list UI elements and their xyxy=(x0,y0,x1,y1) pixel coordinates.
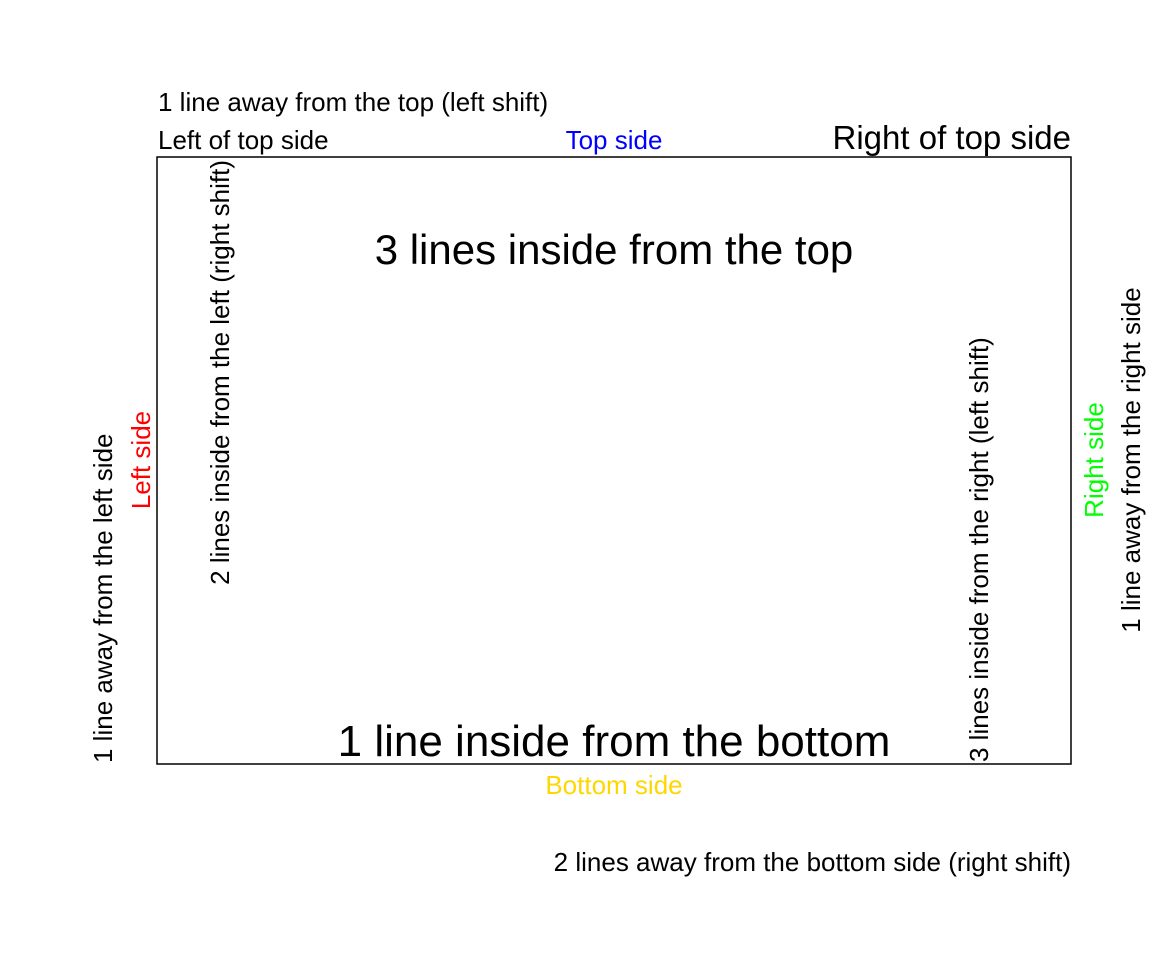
right-side-label: Right side xyxy=(1079,402,1109,518)
left-side-label: Left side xyxy=(126,411,156,509)
bottom-inside-line-1: 1 line inside from the bottom xyxy=(338,717,891,766)
mtext-demo-plot: 1 line away from the top (left shift) Le… xyxy=(88,87,1146,877)
left-outer-line-1: 1 line away from the left side xyxy=(88,434,118,764)
top-outer-line-1: 1 line away from the top (left shift) xyxy=(158,87,548,117)
bottom-side-label: Bottom side xyxy=(545,770,682,800)
right-outer-line-1: 1 line away from the right side xyxy=(1116,287,1146,632)
bottom-outer-line-2: 2 lines away from the bottom side (right… xyxy=(554,847,1071,877)
top-side-label: Top side xyxy=(566,125,663,155)
left-of-top-label: Left of top side xyxy=(158,125,329,155)
right-inside-line-3: 3 lines inside from the right (left shif… xyxy=(964,337,994,762)
right-of-top-label: Right of top side xyxy=(833,119,1071,156)
left-inside-line-2: 2 lines inside from the left (right shif… xyxy=(205,160,235,585)
top-inside-line-3: 3 lines inside from the top xyxy=(375,226,854,273)
